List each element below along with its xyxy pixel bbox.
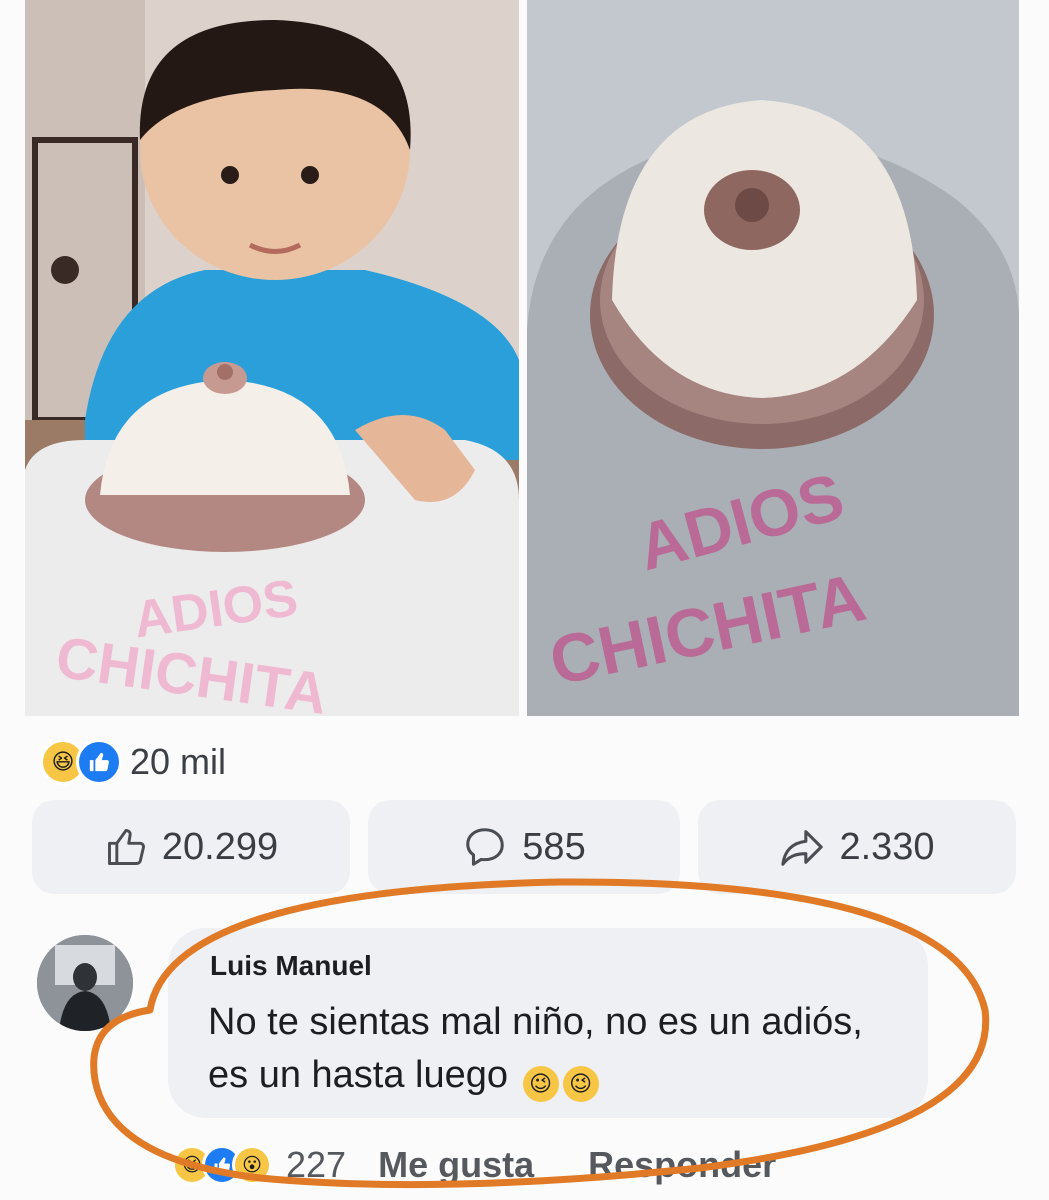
comment-reaction-count[interactable]: 227 (286, 1144, 346, 1186)
share-arrow-icon (779, 824, 825, 870)
comment-bubble-icon (462, 824, 508, 870)
wink-emoji: 😉 (562, 1065, 599, 1102)
reaction-summary[interactable]: 😆 20 mil (40, 735, 226, 789)
comment-reply-link[interactable]: Responder (588, 1144, 776, 1186)
share-count: 2.330 (839, 825, 935, 868)
like-button[interactable]: 20.299 (32, 800, 350, 894)
comment-author[interactable]: Luis Manuel (210, 950, 372, 982)
comment-button[interactable]: 585 (368, 800, 680, 894)
comment-like-link[interactable]: Me gusta (378, 1144, 534, 1186)
comment-bubble[interactable]: Luis Manuel No te sientas mal niño, no e… (168, 928, 928, 1118)
comment-meta: 😆 😮 227 Me gusta Responder (172, 1140, 776, 1190)
reaction-count: 20 mil (130, 741, 227, 782)
post-image-right[interactable]: ADIOS CHICHITA (527, 0, 1019, 716)
post-image-left[interactable]: ADIOS CHICHITA (25, 0, 519, 716)
wow-icon: 😮 (232, 1145, 272, 1185)
avatar[interactable] (37, 935, 133, 1031)
share-button[interactable]: 2.330 (698, 800, 1016, 894)
comment-text: No te sientas mal niño, no es un adiós, … (208, 996, 898, 1102)
like-count: 20.299 (161, 825, 279, 868)
comment-count: 585 (522, 825, 586, 868)
wink-emoji: 😉 (522, 1065, 559, 1102)
thumbs-up-icon (104, 825, 148, 869)
like-icon (76, 739, 122, 785)
